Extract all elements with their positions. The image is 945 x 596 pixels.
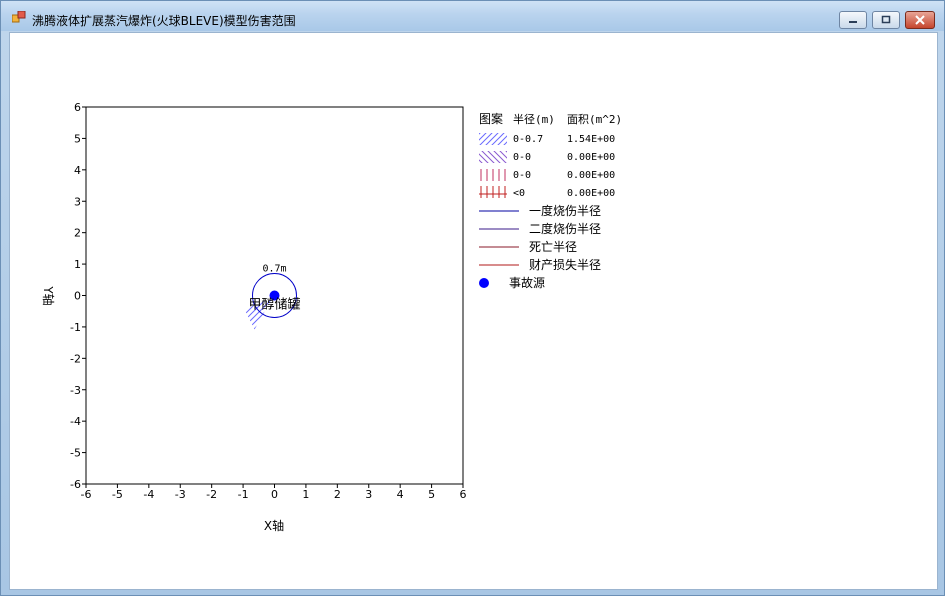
minimize-icon bbox=[849, 21, 857, 23]
app-window: 沸腾液体扩展蒸汽爆炸(火球BLEVE)模型伤害范围 -6 -5 -4 -3 -2… bbox=[0, 0, 945, 596]
x-tick-label: -5 bbox=[112, 488, 123, 501]
close-button[interactable] bbox=[905, 11, 935, 29]
x-tick-label: -1 bbox=[238, 488, 249, 501]
legend-source-marker bbox=[479, 278, 489, 288]
y-tick-label: 5 bbox=[74, 132, 81, 145]
legend-line-2-label: 二度烧伤半径 bbox=[529, 221, 601, 236]
legend-row-2-radius: 0-0 bbox=[513, 152, 531, 163]
legend-pattern-cross bbox=[479, 186, 507, 198]
legend-row-4-area: 0.00E+00 bbox=[567, 188, 615, 199]
x-tick-label: 2 bbox=[334, 488, 341, 501]
legend-source-label: 事故源 bbox=[509, 275, 545, 290]
title-bar[interactable]: 沸腾液体扩展蒸汽爆炸(火球BLEVE)模型伤害范围 bbox=[1, 1, 944, 31]
x-tick-label: 0 bbox=[271, 488, 278, 501]
y-tick-label: -2 bbox=[70, 352, 81, 365]
maximize-button[interactable] bbox=[872, 11, 900, 29]
radius-label: 0.7m bbox=[262, 264, 286, 275]
x-axis-label: X轴 bbox=[264, 518, 284, 533]
y-tick-label: -4 bbox=[70, 415, 81, 428]
legend-line-4-label: 财产损失半径 bbox=[529, 257, 601, 272]
legend-header-area: 面积(m^2) bbox=[567, 113, 622, 126]
legend-row-2-area: 0.00E+00 bbox=[567, 152, 615, 163]
legend-row-4-radius: <0 bbox=[513, 188, 525, 199]
x-tick-label: 6 bbox=[460, 488, 467, 501]
x-tick-label: 4 bbox=[397, 488, 404, 501]
x-tick-label: -2 bbox=[206, 488, 217, 501]
legend-pattern-vertical bbox=[479, 169, 507, 181]
y-axis-label: Y轴 bbox=[41, 285, 56, 305]
legend-row-3-radius: 0-0 bbox=[513, 170, 531, 181]
y-tick-label: 4 bbox=[74, 164, 81, 177]
minimize-button[interactable] bbox=[839, 11, 867, 29]
x-tick-label: 5 bbox=[428, 488, 435, 501]
y-tick-label: 6 bbox=[74, 101, 81, 114]
y-tick-label: 3 bbox=[74, 195, 81, 208]
legend-pattern-diagonal bbox=[479, 133, 507, 145]
legend-header-pattern: 图案 bbox=[479, 111, 503, 126]
hazard-plot: -6 -5 -4 -3 -2 -1 0 1 2 3 4 5 6 6543210-1-2-3-4-5-6 … bbox=[41, 101, 622, 533]
x-tick-label: -4 bbox=[143, 488, 154, 501]
legend: 图案 半径(m) 面积(m^2) 0-0.7 1.54E+00 0-0 0.00… bbox=[479, 111, 622, 290]
x-tick-label: -3 bbox=[175, 488, 186, 501]
legend-row-1-area: 1.54E+00 bbox=[567, 134, 615, 145]
x-axis: -6 -5 -4 -3 -2 -1 0 1 2 3 4 5 6 bbox=[81, 484, 467, 501]
maximize-icon bbox=[881, 15, 891, 24]
close-icon bbox=[915, 15, 925, 25]
legend-row-1-radius: 0-0.7 bbox=[513, 134, 543, 145]
client-area: -6 -5 -4 -3 -2 -1 0 1 2 3 4 5 6 6 5 4 3 2 1 0 -1 -2 -3 -4 -5 -6 … bbox=[9, 32, 938, 590]
y-tick-label: -3 bbox=[70, 384, 81, 397]
x-tick-label: 1 bbox=[302, 488, 309, 501]
legend-header-radius: 半径(m) bbox=[513, 112, 555, 126]
y-tick-label: 1 bbox=[74, 258, 81, 271]
y-axis: 6 5 4 3 2 1 0 -1 -2 -3 -4 -5 -6 bbox=[70, 101, 86, 491]
legend-row-3-area: 0.00E+00 bbox=[567, 170, 615, 181]
x-tick-label: 3 bbox=[365, 488, 372, 501]
y-tick-label: -5 bbox=[70, 447, 81, 460]
source-label: 甲醇储罐 bbox=[248, 297, 300, 313]
legend-line-1-label: 一度烧伤半径 bbox=[529, 203, 601, 218]
y-tick-label: 2 bbox=[74, 227, 81, 240]
legend-line-3-label: 死亡半径 bbox=[529, 240, 577, 254]
x-tick-label: -6 bbox=[81, 488, 92, 501]
y-tick-label: -1 bbox=[70, 321, 81, 334]
legend-pattern-backdiagonal bbox=[479, 151, 507, 163]
y-tick-label: -6 bbox=[70, 478, 81, 491]
window-title: 沸腾液体扩展蒸汽爆炸(火球BLEVE)模型伤害范围 bbox=[32, 14, 296, 28]
y-tick-label: 0 bbox=[74, 290, 81, 303]
app-icon bbox=[12, 11, 26, 23]
